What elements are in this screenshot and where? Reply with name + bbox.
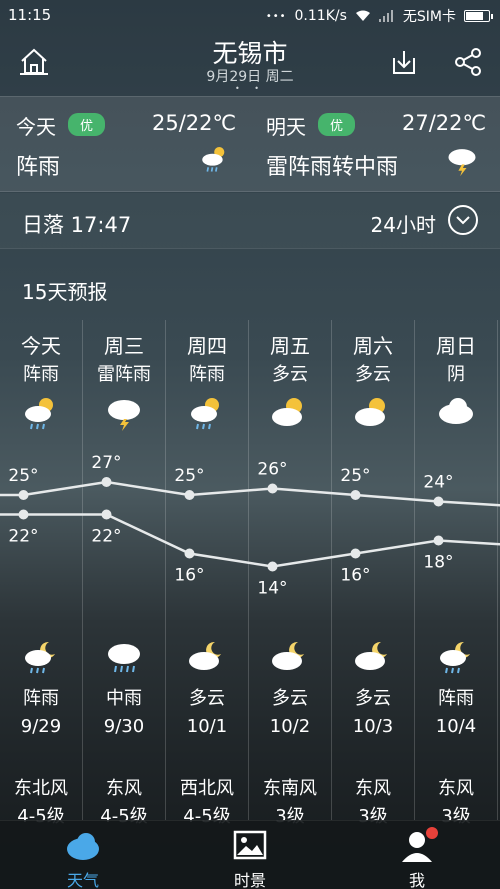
city-title[interactable]: 无锡市: [0, 34, 500, 70]
bottom-nav: 天气 时景 我: [0, 820, 500, 889]
forecast-day-column[interactable]: 周四 阵雨 多云 10/1 西北风 4-5级: [166, 320, 249, 827]
forecast-date: 10/4: [435, 716, 477, 737]
forecast-weekday: 周四: [187, 334, 227, 358]
forecast-day-column[interactable]: 周三 雷阵雨 中雨 9/30 东风 4-5级: [83, 320, 166, 827]
today-label: 今天: [16, 115, 56, 139]
forecast-day-condition: 多云: [272, 364, 308, 385]
forecast-night-condition: 阵雨: [438, 688, 474, 709]
sim-status: 无SIM卡: [402, 9, 456, 25]
forecast-date: 10/1: [186, 716, 228, 737]
today-aqi-badge: 优: [68, 113, 106, 136]
cloud-icon: [439, 398, 473, 424]
rain-icon: [108, 644, 140, 673]
thunderstorm-icon: [108, 400, 140, 431]
sun-cloud-icon: [272, 398, 302, 426]
signal-icon: [378, 10, 393, 22]
forecast-wind-direction: 西北风: [180, 778, 234, 799]
sun-shower-icon: [191, 398, 219, 430]
forecast-day-condition: 雷阵雨: [97, 364, 151, 385]
today-temp: 25/22℃: [152, 111, 237, 135]
forecast-weekday: 周三: [104, 334, 144, 358]
forecast-weekday: 周六: [353, 334, 393, 358]
shower-icon: [202, 146, 225, 172]
moon-shower-icon: [25, 641, 55, 674]
tomorrow-block[interactable]: 明天 优 27/22℃ 雷阵雨转中雨: [266, 97, 486, 193]
forecast-day-column[interactable]: 周五 多云 多云 10/2 东南风 3级: [249, 320, 332, 827]
share-icon[interactable]: [450, 44, 486, 80]
forecast-day-condition: 阵雨: [189, 364, 225, 385]
moon-cloud-icon: [189, 641, 221, 670]
forecast-night-condition: 多云: [272, 688, 308, 709]
moon-cloud-icon: [272, 641, 304, 670]
moon-shower-icon: [440, 641, 470, 674]
expand-chevron-icon[interactable]: [448, 205, 478, 235]
forecast-night-condition: 阵雨: [23, 688, 59, 709]
hours-label[interactable]: 24小时: [371, 209, 436, 238]
battery-icon: [464, 10, 493, 22]
today-tomorrow-panel[interactable]: 今天 优 25/22℃ 阵雨 明天 优 27/22℃ 雷阵雨转中雨: [0, 96, 500, 192]
thunderstorm-icon: [448, 149, 476, 177]
download-icon[interactable]: [386, 44, 422, 80]
photo-icon: [233, 830, 267, 860]
sunset-row[interactable]: 日落 17:47 24小时: [0, 193, 500, 249]
forecast-date: 10/2: [269, 716, 311, 737]
today-condition: 阵雨: [16, 155, 61, 180]
status-bar: 11:15 ••• 0.11K/s 无SIM卡: [0, 0, 500, 30]
sun-cloud-icon: [355, 398, 385, 426]
forecast-day-condition: 阵雨: [23, 364, 59, 385]
tomorrow-aqi-badge: 优: [318, 113, 356, 136]
sunset-time: 日落 17:47: [22, 213, 132, 237]
more-dots-icon: •••: [265, 10, 287, 22]
forecast-weekday: 周五: [270, 334, 310, 358]
today-block[interactable]: 今天 优 25/22℃ 阵雨: [16, 97, 236, 193]
forecast-wind-direction: 东北风: [14, 778, 68, 799]
wifi-icon: [355, 10, 370, 21]
forecast-day-condition: 阴: [447, 364, 465, 385]
header: 无锡市 9月29日 周二 • •: [0, 30, 500, 94]
forecast-day-condition: 多云: [355, 364, 391, 385]
nav-me[interactable]: 我: [334, 821, 500, 889]
forecast-night-condition: 中雨: [106, 688, 142, 709]
nav-weather[interactable]: 天气: [0, 821, 166, 889]
moon-cloud-icon: [355, 641, 387, 670]
nav-scenes-label: 时景: [233, 871, 266, 889]
nav-me-label: 我: [408, 871, 425, 889]
forecast-wind-direction: 东南风: [263, 778, 317, 799]
forecast-day-column[interactable]: 今天 阵雨 阵雨 9/29 东北风 4-5级: [0, 320, 83, 827]
notification-dot: [426, 827, 438, 839]
forecast-date: 9/29: [20, 716, 62, 737]
nav-scenes[interactable]: 时景: [167, 821, 333, 889]
page-indicator: • •: [235, 84, 265, 93]
cloud-icon: [67, 833, 99, 860]
forecast-wind-direction: 东风: [438, 778, 474, 799]
sun-shower-icon: [25, 398, 53, 430]
forecast-title: 15天预报: [22, 280, 108, 304]
forecast-date: 10/3: [352, 716, 394, 737]
status-right: ••• 0.11K/s 无SIM卡: [265, 6, 493, 26]
forecast-weekday: 今天: [21, 334, 61, 358]
status-time: 11:15: [8, 6, 52, 24]
forecast-weekday: 周日: [436, 334, 476, 358]
forecast-day-column[interactable]: 周六 多云 多云 10/3 东风 3级: [332, 320, 415, 827]
forecast-wind-direction: 东风: [106, 778, 142, 799]
nav-weather-label: 天气: [66, 871, 99, 889]
tomorrow-label: 明天: [266, 115, 306, 139]
forecast-night-condition: 多云: [355, 688, 391, 709]
forecast-date: 9/30: [103, 716, 145, 737]
forecast-night-condition: 多云: [189, 688, 225, 709]
tomorrow-condition: 雷阵雨转中雨: [266, 155, 399, 180]
header-date: 9月29日 周二: [206, 69, 294, 85]
forecast-wind-direction: 东风: [355, 778, 391, 799]
tomorrow-temp: 27/22℃: [402, 111, 487, 135]
forecast-day-column[interactable]: 周日阴阵雨 10/4 东风 3级: [415, 320, 498, 827]
net-speed: 0.11K/s: [294, 8, 347, 24]
